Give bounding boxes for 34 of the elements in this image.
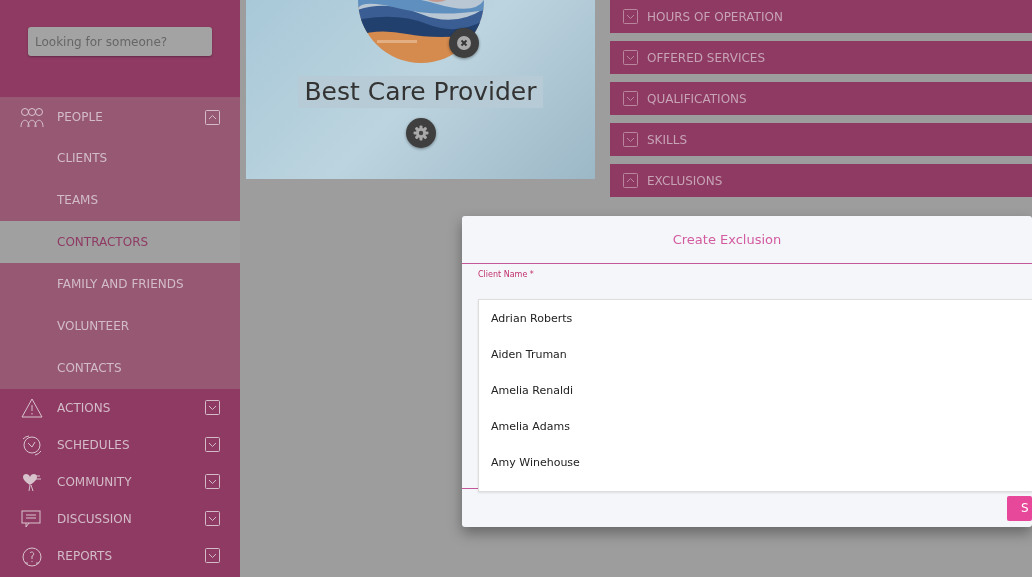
- submenu-item[interactable]: CONTACTS: [0, 347, 240, 389]
- accordion-header[interactable]: EXCLUSIONS: [610, 164, 1032, 197]
- nav-item[interactable]: REPORTS: [0, 537, 240, 574]
- submenu-item[interactable]: FAMILY AND FRIENDS: [0, 263, 240, 305]
- accordion-header[interactable]: SKILLS: [610, 123, 1032, 156]
- people-icon: [20, 106, 44, 128]
- dropdown-option[interactable]: Amy Winehouse: [479, 445, 1032, 481]
- dropdown-option[interactable]: Amelia Renaldi: [479, 373, 1032, 409]
- search-field[interactable]: Looking for someone?: [28, 27, 212, 56]
- accordion-header[interactable]: HOURS OF OPERATION: [610, 0, 1032, 33]
- nav-item[interactable]: PEOPLE: [0, 97, 240, 137]
- nav-item[interactable]: COMMUNITY: [0, 463, 240, 500]
- settings-button[interactable]: [405, 118, 436, 148]
- field-label: Client Name *: [478, 270, 535, 279]
- close-icon: [456, 36, 471, 50]
- submenu-item[interactable]: TEAMS: [0, 179, 240, 221]
- dropdown-option[interactable]: Aiden Truman: [479, 337, 1032, 373]
- warning-icon: [20, 396, 44, 419]
- dialog-title: Create Exclusion: [672, 232, 782, 247]
- accordion-header[interactable]: OFFERED SERVICES: [610, 41, 1032, 74]
- submenu-item[interactable]: CONTRACTORS: [0, 221, 240, 263]
- submenu-item[interactable]: CLIENTS: [0, 137, 240, 179]
- nav-item[interactable]: DISCUSSION: [0, 500, 240, 537]
- dropdown-option[interactable]: Amelia Adams: [479, 409, 1032, 445]
- clock-icon: [20, 433, 44, 456]
- dropdown-option[interactable]: Adrian Roberts: [479, 301, 1032, 337]
- submenu-item[interactable]: VOLUNTEER: [0, 305, 240, 347]
- chat-icon: [20, 507, 44, 530]
- settings-icon: [412, 125, 429, 141]
- accordion-header[interactable]: QUALIFICATIONS: [610, 82, 1032, 115]
- nav-item[interactable]: SCHEDULES: [0, 426, 240, 463]
- provider-name: Best Care Provider: [298, 76, 543, 108]
- nav-item[interactable]: ACTIONS: [0, 389, 240, 426]
- submit-button[interactable]: S: [1007, 495, 1032, 521]
